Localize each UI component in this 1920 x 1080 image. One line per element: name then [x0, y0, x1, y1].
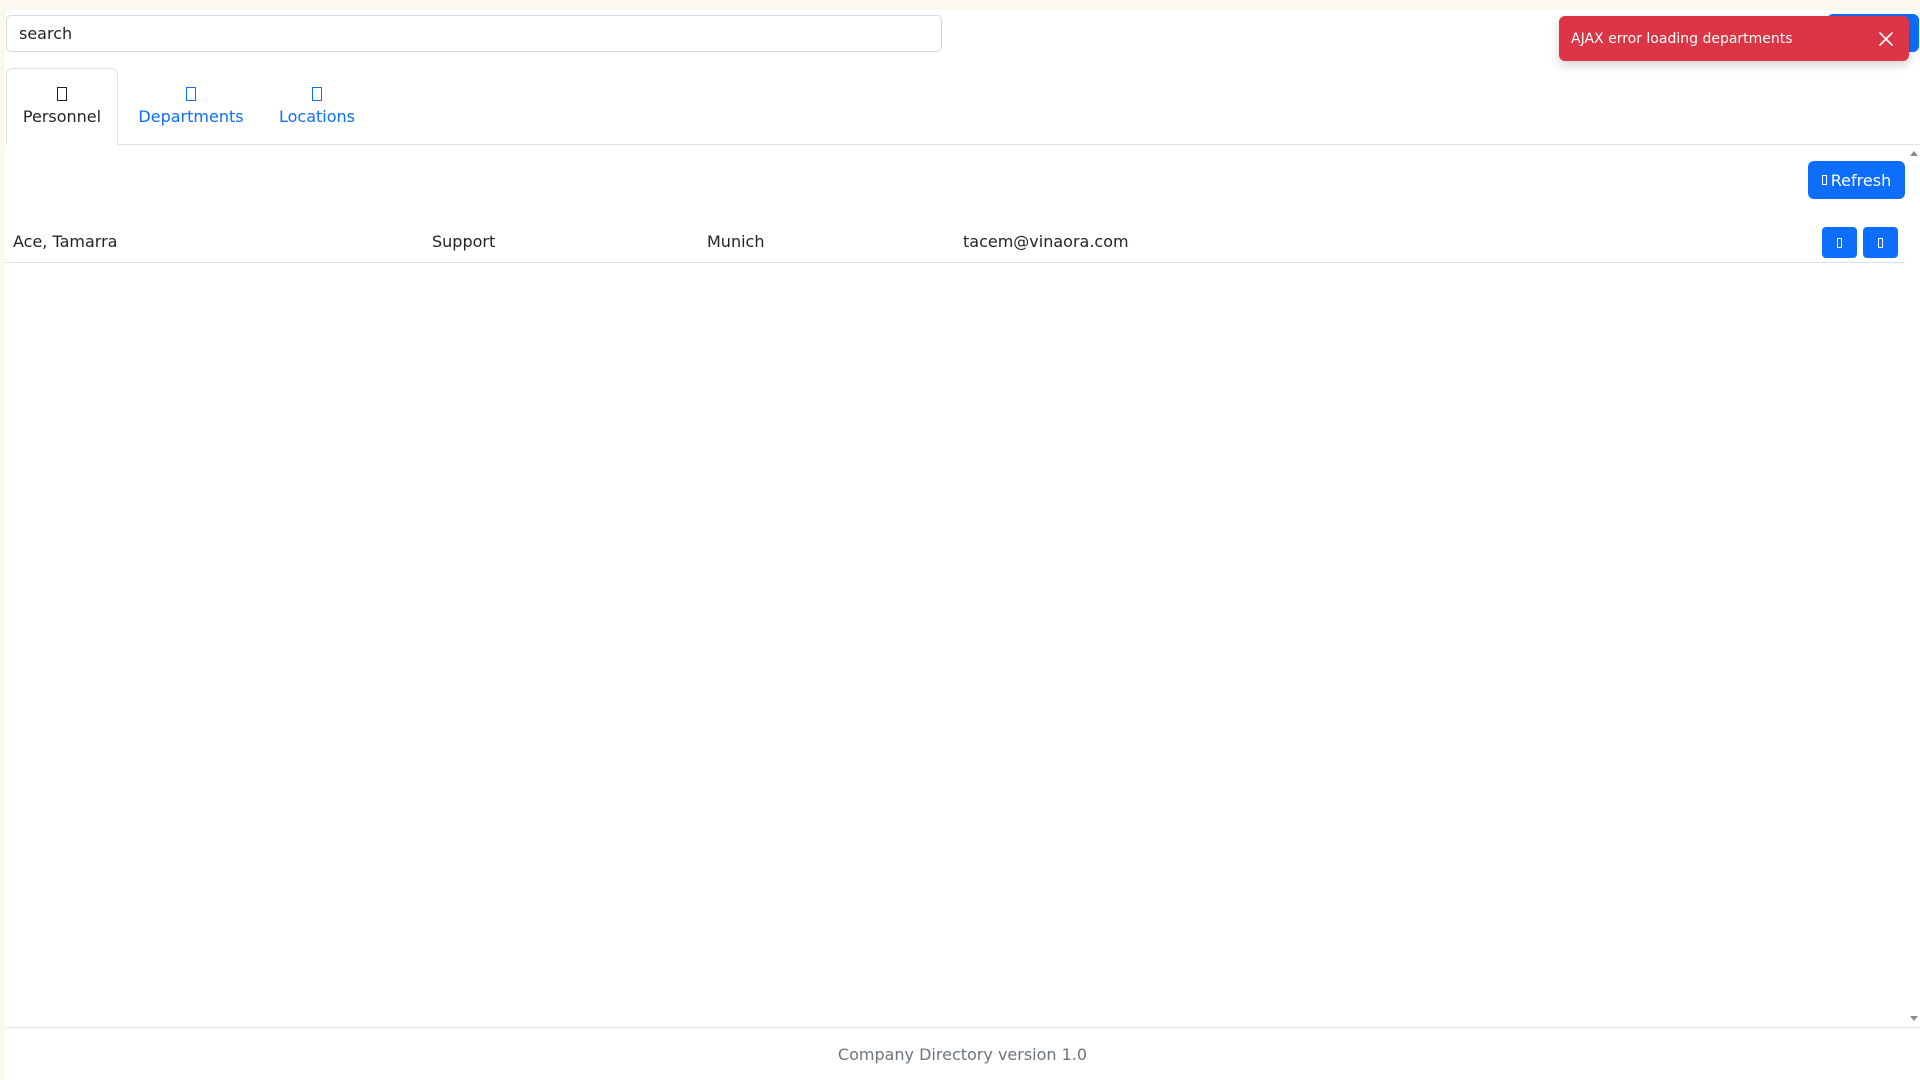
trash-icon: [1878, 237, 1883, 248]
tab-bar: Personnel Departments Locations: [6, 68, 1920, 146]
tab-personnel[interactable]: Personnel: [6, 68, 118, 146]
cell-email: tacem@vinaora.com: [963, 232, 1129, 251]
person-icon: [57, 87, 67, 101]
cell-location: Munich: [707, 232, 765, 251]
cell-department: Support: [432, 232, 496, 251]
search-input[interactable]: [7, 16, 941, 51]
cell-name: Ace, Tamarra: [13, 232, 118, 251]
pencil-icon: [1837, 237, 1842, 248]
error-toast: AJAX error loading departments: [1559, 16, 1909, 61]
tab-label: Personnel: [22, 107, 102, 126]
edit-button[interactable]: [1822, 227, 1857, 258]
refresh-icon: [1821, 175, 1827, 185]
map-pin-icon: [312, 86, 322, 101]
tab-departments[interactable]: Departments: [124, 68, 258, 145]
scroll-down-icon[interactable]: [1910, 1016, 1918, 1021]
toast-message: AJAX error loading departments: [1571, 30, 1793, 47]
scrollbar[interactable]: [1908, 145, 1920, 1027]
tab-label: Locations: [278, 106, 355, 126]
footer-text: Company Directory version 1.0: [837, 1044, 1088, 1064]
building-icon: [186, 86, 196, 101]
personnel-panel: Refresh Ace, Tamarra Support Munich tace…: [5, 145, 1905, 1027]
refresh-button[interactable]: Refresh: [1808, 161, 1905, 199]
delete-button[interactable]: [1863, 227, 1898, 258]
table-row: Ace, Tamarra Support Munich tacem@vinaor…: [5, 221, 1905, 263]
tab-locations[interactable]: Locations: [264, 68, 370, 145]
app-page: AJAX error loading departments Personnel…: [5, 10, 1920, 1080]
refresh-label: Refresh: [1830, 170, 1892, 190]
search-box: [6, 15, 942, 52]
scroll-up-icon[interactable]: [1910, 151, 1918, 156]
tab-label: Departments: [138, 106, 244, 126]
close-icon[interactable]: [1875, 28, 1897, 50]
footer: Company Directory version 1.0: [5, 1027, 1920, 1080]
